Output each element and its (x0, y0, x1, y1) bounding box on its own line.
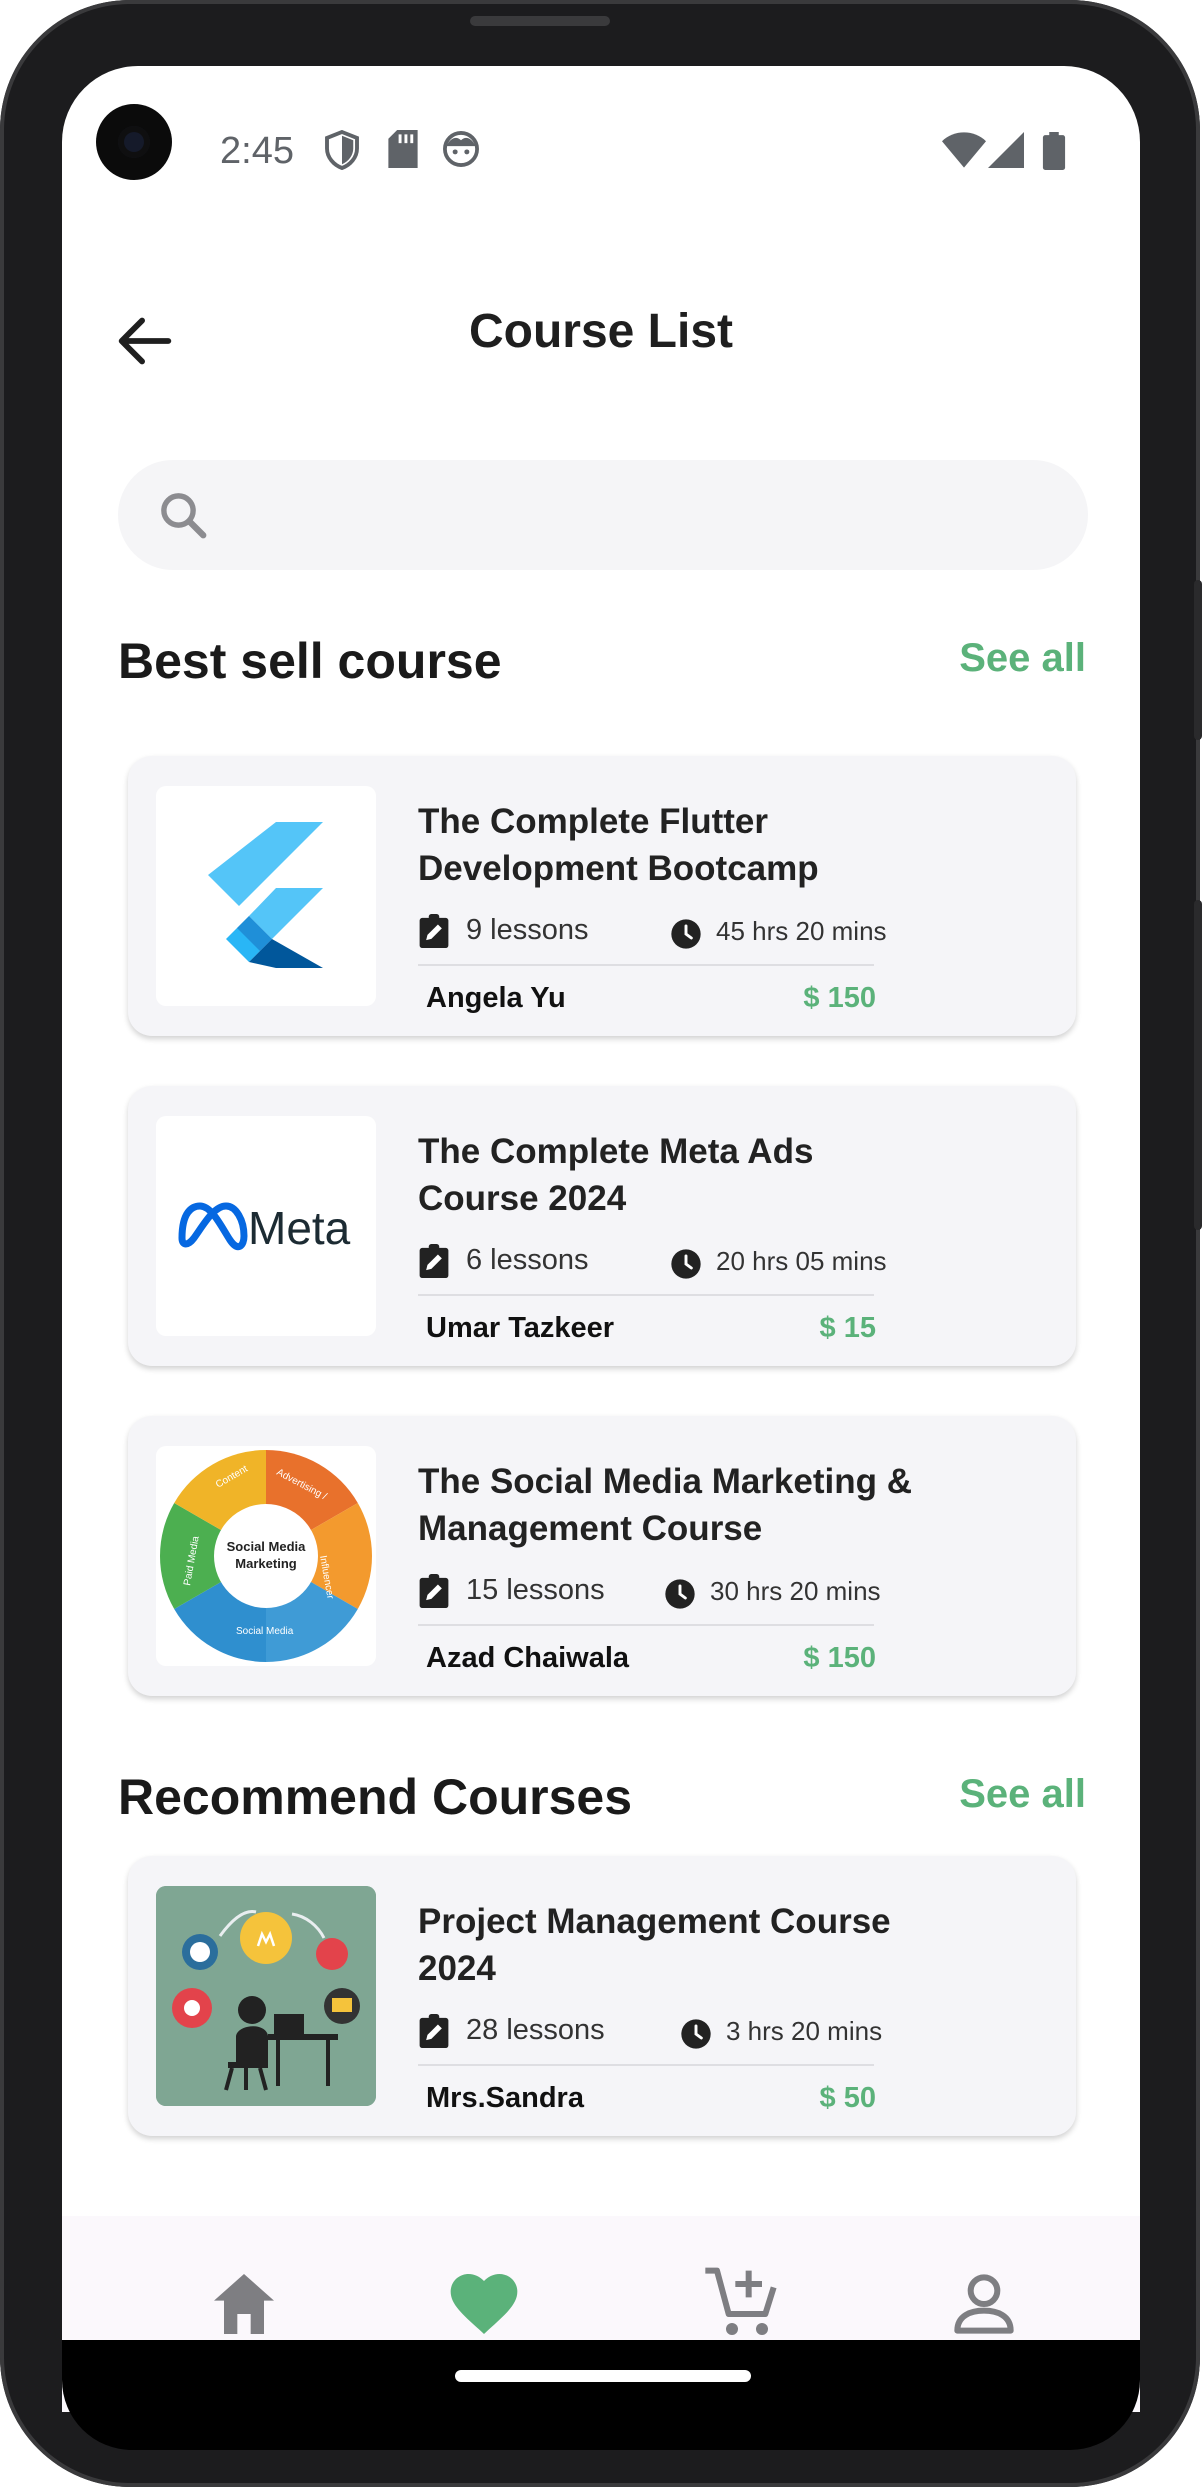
course-duration: 30 hrs 20 mins (710, 1576, 881, 1606)
course-price: $ 150 (803, 982, 876, 1014)
add-to-cart-icon[interactable] (702, 2264, 782, 2344)
bottom-bezel (62, 2340, 1140, 2450)
project-management-thumbnail (156, 1886, 376, 2106)
power-button (1194, 900, 1202, 1230)
page-title: Course List (468, 305, 734, 358)
course-meta: 9 lessons 45 hrs 20 mins (418, 914, 998, 954)
meta-logo-thumbnail: Meta (156, 1116, 376, 1336)
assignment-icon (419, 1574, 449, 1608)
lessons-count: 6 lessons (466, 1244, 589, 1276)
sd-card-icon (388, 130, 418, 168)
course-price: $ 150 (803, 1642, 876, 1674)
search-input[interactable] (228, 460, 1052, 572)
card-divider (418, 1624, 874, 1626)
course-duration: 20 hrs 05 mins (716, 1246, 887, 1276)
assignment-icon (419, 1244, 449, 1278)
search-icon (161, 493, 207, 539)
favorites-heart-icon[interactable] (444, 2264, 524, 2344)
wifi-icon (942, 132, 986, 168)
course-title: Project Management Course 2024 (418, 1902, 891, 1988)
meta-logo-icon: Meta (178, 1202, 351, 1254)
assignment-icon (419, 2014, 449, 2048)
card-divider (418, 2064, 874, 2066)
home-indicator[interactable] (455, 2370, 751, 2382)
front-camera (96, 104, 172, 180)
assignment-icon (419, 914, 449, 948)
course-meta: 28 lessons 3 hrs 20 mins (418, 2014, 998, 2054)
home-icon[interactable] (204, 2264, 284, 2344)
lessons-count: 15 lessons (466, 1574, 605, 1606)
lessons-count: 28 lessons (466, 2014, 605, 2046)
course-title: The Social Media Marketing & Management … (418, 1462, 912, 1548)
course-meta: 6 lessons 20 hrs 05 mins (418, 1244, 998, 1284)
course-title: The Complete Flutter Development Bootcam… (418, 802, 819, 888)
earpiece-speaker (470, 16, 610, 26)
lessons-count: 9 lessons (466, 914, 589, 946)
project-management-illustration-icon (156, 1886, 376, 2106)
recommend-see-all-link[interactable]: See all (959, 1772, 1086, 1817)
course-title: The Complete Meta Ads Course 2024 (418, 1132, 814, 1218)
course-price: $ 50 (819, 2082, 876, 2114)
course-card-meta[interactable]: Meta The Complete Meta Ads Course 2024 6… (128, 1086, 1076, 1366)
course-author: Mrs.Sandra (426, 2082, 584, 2114)
course-card-project-management[interactable]: Project Management Course 2024 28 lesson… (128, 1856, 1076, 2136)
flutter-logo-thumbnail (156, 786, 376, 1006)
card-divider (418, 964, 874, 966)
best-sell-title: Best sell course (118, 633, 502, 689)
course-card-social-media[interactable]: Social Media Marketing Content Advertisi… (128, 1416, 1076, 1696)
battery-icon (1042, 132, 1066, 170)
course-author: Azad Chaiwala (426, 1642, 630, 1674)
cellular-signal-icon (988, 132, 1024, 168)
clock-icon (665, 1579, 695, 1609)
social-media-marketing-thumbnail: Social Media Marketing Content Advertisi… (156, 1446, 376, 1666)
card-divider (418, 1294, 874, 1296)
svg-text:Social Media: Social Media (227, 1539, 307, 1554)
best-sell-see-all-link[interactable]: See all (959, 636, 1086, 681)
course-author: Angela Yu (426, 982, 566, 1014)
screen: 2:45 Course List Best sell course See al… (62, 66, 1140, 2412)
course-duration: 45 hrs 20 mins (716, 916, 887, 946)
course-price: $ 15 (819, 1312, 876, 1344)
svg-text:Marketing: Marketing (235, 1556, 296, 1571)
clock-icon (681, 2019, 711, 2049)
status-time: 2:45 (220, 130, 294, 172)
recommend-title: Recommend Courses (118, 1769, 633, 1825)
social-media-wheel-icon: Social Media Marketing Content Advertisi… (158, 1448, 374, 1664)
profile-icon[interactable] (944, 2264, 1024, 2344)
course-meta: 15 lessons 30 hrs 20 mins (418, 1574, 998, 1614)
course-card-flutter[interactable]: The Complete Flutter Development Bootcam… (128, 756, 1076, 1036)
course-duration: 3 hrs 20 mins (726, 2016, 883, 2046)
face-icon (443, 131, 479, 167)
search-bar[interactable] (118, 460, 1088, 572)
flutter-logo-icon (208, 822, 323, 968)
clock-icon (671, 1249, 701, 1279)
course-author: Umar Tazkeer (426, 1312, 615, 1344)
clock-icon (671, 919, 701, 949)
svg-text:Social Media: Social Media (236, 1626, 294, 1637)
svg-text:Meta: Meta (248, 1202, 351, 1254)
volume-button (1194, 580, 1202, 740)
shield-icon (325, 130, 359, 170)
